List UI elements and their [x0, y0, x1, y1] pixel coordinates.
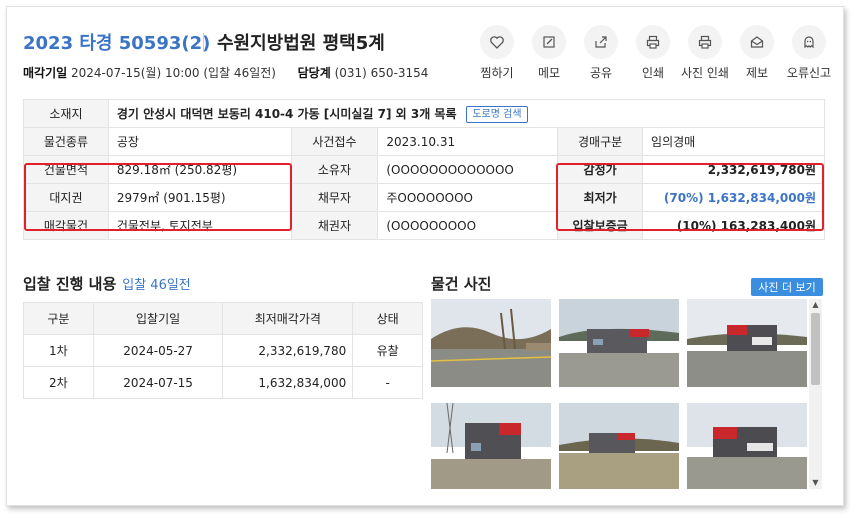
property-photo-4[interactable]: [431, 403, 551, 489]
location-cell: 경기 안성시 대덕면 보동리 410-4 가동 [시미실길 7] 외 3개 목록…: [107, 99, 826, 128]
type-label: 물건종류: [23, 127, 109, 156]
road-search-button[interactable]: 도로명 검색: [466, 105, 528, 123]
col-status: 상태: [352, 302, 423, 335]
deposit-value: (10%) 163,283,400원: [642, 211, 825, 240]
land-rights-label: 대지권: [23, 183, 109, 212]
table-row: 2차 2024-07-15 1,632,834,000 -: [23, 366, 423, 399]
favorite-button[interactable]: 찜하기: [471, 25, 523, 81]
building-area-value: 829.18㎡ (250.82평): [107, 155, 292, 184]
property-photo-1[interactable]: [431, 299, 551, 387]
owner-label: 소유자: [290, 155, 379, 184]
print-button[interactable]: 인쇄: [627, 25, 679, 81]
info-row-object: 매각물건 건물전부, 토지전부 채권자 (OOOOOOOOO 입찰보증금 (10…: [23, 211, 825, 240]
filed-value: 2023.10.31: [377, 127, 559, 156]
share-label: 공유: [589, 66, 613, 80]
action-toolbar: 찜하기 메모 공유 인쇄 사진 인쇄 제보 오류신고: [471, 25, 835, 81]
property-photo-2[interactable]: [559, 299, 679, 387]
memo-icon: [543, 36, 555, 48]
sale-object-label: 매각물건: [23, 211, 109, 240]
col-min-price: 최저매각가격: [222, 302, 354, 335]
scroll-thumb[interactable]: [811, 313, 820, 385]
land-rights-value: 2979㎡ (901.15평): [107, 183, 292, 212]
property-photo-6[interactable]: [687, 403, 807, 489]
creditor-value: (OOOOOOOOO: [377, 211, 559, 240]
bid-min-price: 2,332,619,780: [222, 334, 354, 367]
location-label: 소재지: [23, 99, 109, 128]
min-price-label: 최저가: [557, 183, 644, 212]
dept-label: 담당계: [297, 66, 331, 80]
sale-object-value: 건물전부, 토지전부: [107, 211, 292, 240]
favorite-label: 찜하기: [480, 66, 514, 80]
photo-scrollbar[interactable]: ▲ ▼: [809, 299, 822, 489]
filed-label: 사건접수: [290, 127, 379, 156]
report-label: 제보: [745, 66, 769, 80]
bid-progress-heading: 입찰 진행 내용: [23, 275, 117, 293]
info-row-type: 물건종류 공장 사건접수 2023.10.31 경매구분 임의경매: [23, 127, 825, 156]
memo-label: 메모: [537, 66, 561, 80]
case-number: 2023 타경 50593(2): [23, 33, 211, 54]
scroll-down-icon[interactable]: ▼: [811, 478, 820, 488]
type-value: 공장: [107, 127, 292, 156]
photo-print-button[interactable]: 사진 인쇄: [679, 25, 731, 81]
min-price-value: (70%) 1,632,834,000원: [642, 183, 825, 212]
col-bid-date: 입찰기일: [92, 302, 224, 335]
info-row-building: 건물면적 829.18㎡ (250.82평) 소유자 (OOOOOOOOOOOO…: [23, 155, 825, 184]
bid-round: 2차: [23, 366, 94, 399]
print-label: 인쇄: [641, 66, 665, 80]
bid-history-table: 구분 입찰기일 최저매각가격 상태 1차 2024-05-27 2,332,61…: [23, 302, 423, 399]
property-photo-5[interactable]: [559, 403, 679, 489]
bid-days-left: 입찰 46일전: [122, 278, 191, 293]
bid-progress-title: 입찰 진행 내용 입찰 46일전: [23, 273, 191, 294]
bid-status: 유찰: [352, 334, 423, 367]
info-row-location: 소재지 경기 안성시 대덕면 보동리 410-4 가동 [시미실길 7] 외 3…: [23, 99, 826, 128]
heart-icon: [490, 36, 504, 49]
location-value: 경기 안성시 대덕면 보동리 410-4 가동 [시미실길 7] 외 3개 목록: [116, 106, 457, 121]
property-info-table: 소재지 경기 안성시 대덕면 보동리 410-4 가동 [시미실길 7] 외 3…: [23, 99, 826, 240]
scroll-up-icon[interactable]: ▲: [811, 300, 820, 310]
sale-date-label: 매각기일: [23, 66, 68, 80]
more-photos-button[interactable]: 사진 더 보기: [751, 278, 823, 296]
share-button[interactable]: 공유: [575, 25, 627, 81]
bid-min-price: 1,632,834,000: [222, 366, 354, 399]
error-report-button[interactable]: 오류신고: [783, 25, 835, 81]
sale-info-line: 매각기일 2024-07-15(월) 10:00 (입찰 46일전) 담당계 (…: [23, 64, 428, 81]
photos-title: 물건 사진: [431, 275, 492, 293]
photo-grid: [431, 299, 809, 489]
appraisal-value: 2,332,619,780원: [642, 155, 825, 184]
deposit-label: 입찰보증금: [557, 211, 644, 240]
share-icon: [595, 36, 607, 48]
info-row-land: 대지권 2979㎡ (901.15평) 채무자 주OOOOOOOO 최저가 (7…: [23, 183, 825, 212]
building-area-label: 건물면적: [23, 155, 109, 184]
photo-print-icon: [698, 35, 712, 49]
bid-date: 2024-05-27: [92, 334, 224, 367]
sale-date-value: 2024-07-15(월) 10:00 (입찰 46일전): [71, 66, 276, 80]
owner-value: (OOOOOOOOOOOOO: [377, 155, 559, 184]
print-icon: [646, 35, 660, 49]
debtor-value: 주OOOOOOOO: [377, 183, 559, 212]
auction-detail-panel: 2023 타경 50593(2) 수원지방법원 평택5계 매각기일 2024-0…: [6, 6, 844, 506]
sale-type-value: 임의경매: [642, 127, 825, 156]
dept-value: (031) 650-3154: [334, 66, 429, 80]
property-photo-3[interactable]: [687, 299, 807, 387]
col-round: 구분: [23, 302, 94, 335]
bid-table-header: 구분 입찰기일 최저매각가격 상태: [23, 302, 423, 335]
report-button[interactable]: 제보: [731, 25, 783, 81]
bid-date: 2024-07-15: [92, 366, 224, 399]
appraisal-label: 감정가: [557, 155, 644, 184]
sale-type-label: 경매구분: [557, 127, 644, 156]
bid-round: 1차: [23, 334, 94, 367]
ghost-icon: [804, 36, 814, 49]
table-row: 1차 2024-05-27 2,332,619,780 유찰: [23, 334, 423, 367]
photo-print-label: 사진 인쇄: [681, 66, 729, 80]
memo-button[interactable]: 메모: [523, 25, 575, 81]
error-report-label: 오류신고: [786, 66, 832, 80]
court-name: 수원지방법원 평택5계: [217, 33, 385, 54]
creditor-label: 채권자: [290, 211, 379, 240]
report-icon: [750, 36, 764, 48]
title-divider: [203, 33, 204, 51]
debtor-label: 채무자: [290, 183, 379, 212]
bid-status: -: [352, 366, 423, 399]
